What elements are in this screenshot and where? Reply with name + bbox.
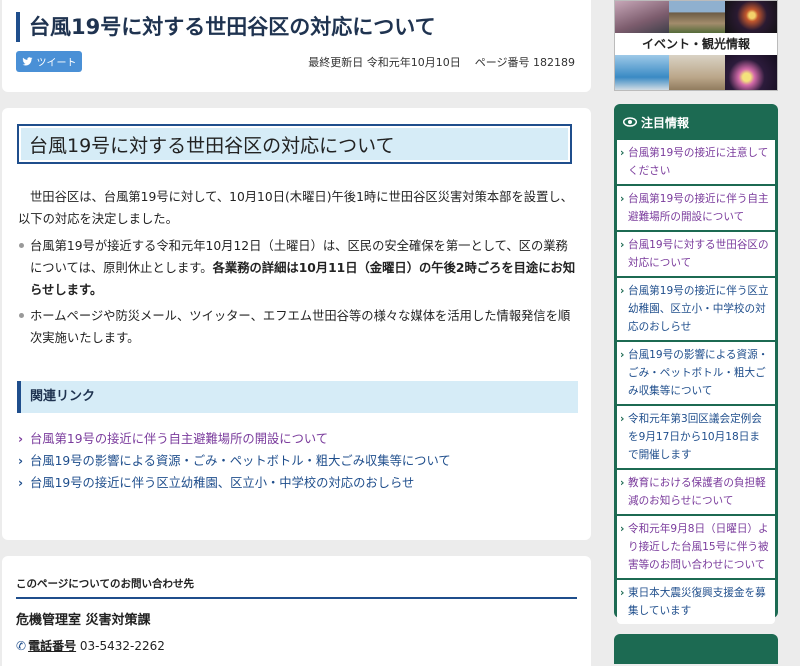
last-updated: 最終更新日 令和元年10月10日 [308, 56, 461, 69]
phone-number[interactable]: 03-5432-2262 [80, 639, 165, 653]
divider [16, 597, 577, 599]
phone-icon: ✆ [16, 639, 27, 653]
list-item: ホームページや防災メール、ツイッター、エフエム世田谷等の様々な媒体を活用した情報… [18, 305, 578, 349]
related-links-list: 台風第19号の接近に伴う自主避難場所の開設について 台風19号の影響による資源・… [18, 428, 451, 494]
article-card: 台風19号に対する世田谷区の対応について 世田谷区は、台風第19号に対して、10… [2, 108, 591, 540]
related-link-item: 台風19号の接近に伴う区立幼稚園、区立小・中学校の対応のおしらせ [18, 472, 451, 494]
notice-item[interactable]: 台風第19号の接近に伴う区立幼稚園、区立小・中学校の対応のおしらせ [617, 278, 775, 342]
contact-phone: ✆ 電話番号 03-5432-2262 [16, 637, 165, 654]
tweet-button[interactable]: ツイート [16, 51, 82, 72]
notice-item[interactable]: 台風19号に対する世田谷区の対応について [617, 232, 775, 278]
page-number: ページ番号 182189 [474, 56, 575, 69]
contact-department: 危機管理室 災害対策課 [16, 613, 151, 628]
related-link[interactable]: 台風19号の影響による資源・ごみ・ペットボトル・粗大ごみ収集等について [30, 454, 451, 468]
notice-item[interactable]: 教育における保護者の負担軽減のお知らせについて [617, 470, 775, 516]
page-title: 台風19号に対する世田谷区の対応について [16, 12, 436, 42]
notice-item[interactable]: 令和元年9月8日（日曜日）より接近した台風15号に伴う被害等のお問い合わせについ… [617, 516, 775, 580]
page-meta: 最終更新日 令和元年10月10日 ページ番号 182189 [308, 54, 575, 70]
article-heading: 台風19号に対する世田谷区の対応について [17, 124, 572, 164]
phone-label: 電話番号 [28, 639, 77, 653]
related-link-item: 台風第19号の接近に伴う自主避難場所の開設について [18, 428, 451, 450]
article-bullets: 台風第19号が接近する令和元年10月12日（土曜日）は、区民の安全確保を第一とし… [18, 235, 578, 353]
banner-photo-pool [615, 55, 669, 90]
notice-item[interactable]: 台風第19号の接近に注意してください [617, 140, 775, 186]
related-link-item: 台風19号の影響による資源・ごみ・ペットボトル・粗大ごみ収集等について [18, 450, 451, 472]
tweet-label: ツイート [36, 58, 77, 69]
notice-item[interactable]: 台風第19号の接近に伴う自主避難場所の開設について [617, 186, 775, 232]
banner-photo-fireworks [725, 1, 777, 33]
notice-heading: 注目情報 [641, 116, 690, 130]
banner-photo-house [669, 1, 725, 33]
twitter-bird-icon [21, 57, 33, 66]
banner-photo-lights [725, 55, 777, 90]
notice-list: 台風第19号の接近に注意してください 台風第19号の接近に伴う自主避難場所の開設… [617, 140, 775, 624]
page-header-card: 台風19号に対する世田谷区の対応について ツイート 最終更新日 令和元年10月1… [2, 0, 591, 92]
contact-title: このページについてのお問い合わせ先 [16, 578, 194, 590]
eye-icon [622, 104, 638, 142]
notice-item[interactable]: 台風19号の影響による資源・ごみ・ペットボトル・粗大ごみ収集等について [617, 342, 775, 406]
banner-photo-interior [669, 55, 725, 90]
article-intro: 世田谷区は、台風第19号に対して、10月10日(木曜日)午後1時に世田谷区災害対… [18, 190, 573, 226]
list-item: 台風第19号が接近する令和元年10月12日（土曜日）は、区民の安全確保を第一とし… [18, 235, 578, 301]
notice-item[interactable]: 令和元年第3回区議会定例会を9月17日から10月18日まで開催します [617, 406, 775, 470]
next-sidebar-panel [614, 634, 778, 664]
banner-label: イベント・観光情報 [615, 33, 777, 55]
bullet-text: ホームページや防災メール、ツイッター、エフエム世田谷等の様々な媒体を活用した情報… [30, 309, 571, 345]
notice-header: 注目情報 [617, 104, 775, 140]
event-tourism-banner[interactable]: イベント・観光情報 [614, 0, 778, 91]
notice-item[interactable]: 東日本大震災復興支援金を募集しています [617, 580, 775, 624]
contact-card: このページについてのお問い合わせ先 危機管理室 災害対策課 ✆ 電話番号 03-5… [2, 556, 591, 666]
banner-photo-blossom [615, 1, 669, 33]
notice-panel: 注目情報 台風第19号の接近に注意してください 台風第19号の接近に伴う自主避難… [614, 104, 778, 624]
related-link[interactable]: 台風19号の接近に伴う区立幼稚園、区立小・中学校の対応のおしらせ [30, 476, 414, 490]
related-links-heading: 関連リンク [17, 381, 578, 413]
related-link[interactable]: 台風第19号の接近に伴う自主避難場所の開設について [30, 432, 328, 446]
